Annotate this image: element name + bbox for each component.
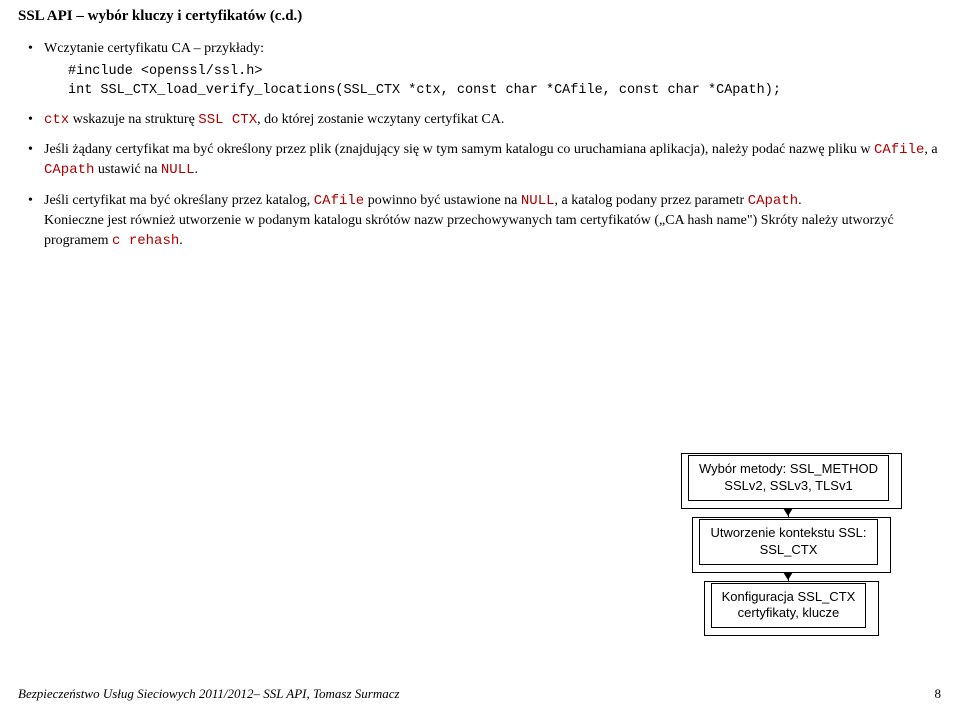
- diagram-box-context: Utworzenie kontekstu SSL: SSL_CTX: [689, 514, 887, 570]
- bullet-text: ustawić na: [94, 162, 160, 177]
- list-item: Wczytanie certyfikatu CA – przykłady: #i…: [28, 39, 941, 100]
- code-inline: NULL: [521, 193, 555, 209]
- code-inline: ctx: [44, 112, 69, 128]
- page-number: 8: [935, 686, 942, 702]
- flow-diagram: Wybór metody: SSL_METHOD SSLv2, SSLv3, T…: [678, 450, 899, 633]
- diagram-box-line: SSLv2, SSLv3, TLSv1: [724, 478, 852, 493]
- code-inline: NULL: [161, 162, 195, 178]
- list-item: Jeśli żądany certyfikat ma być określony…: [28, 140, 941, 181]
- bullet-text: Jeśli żądany certyfikat ma być określony…: [44, 142, 874, 157]
- code-inline: CApath: [748, 193, 798, 209]
- code-block: #include <openssl/ssl.h> int SSL_CTX_loa…: [68, 63, 941, 99]
- list-item: ctx wskazuje na strukturę SSL CTX, do kt…: [28, 110, 941, 130]
- bullet-text: , a: [924, 142, 937, 157]
- bullet-text: .: [179, 233, 183, 248]
- code-inline: CAfile: [314, 193, 364, 209]
- list-item: Jeśli certyfikat ma być określany przez …: [28, 191, 941, 252]
- code-inline: SSL CTX: [198, 112, 257, 128]
- diagram-box-line: SSL_CTX: [760, 542, 818, 557]
- diagram-box-method: Wybór metody: SSL_METHOD SSLv2, SSLv3, T…: [678, 450, 899, 506]
- diagram-box-line: Konfiguracja SSL_CTX: [722, 589, 856, 604]
- footer-text: Bezpieczeństwo Usług Sieciowych 2011/201…: [18, 686, 400, 702]
- code-inline: CApath: [44, 162, 94, 178]
- bullet-text: .: [798, 193, 802, 208]
- bullet-text: , a katalog podany przez parametr: [555, 193, 748, 208]
- bullet-text: , do której zostanie wczytany certyfikat…: [257, 112, 504, 127]
- diagram-box-line: Wybór metody: SSL_METHOD: [699, 461, 878, 476]
- page-footer: Bezpieczeństwo Usług Sieciowych 2011/201…: [18, 686, 941, 702]
- code-inline: c rehash: [112, 233, 179, 249]
- diagram-box-line: certyfikaty, klucze: [738, 605, 840, 620]
- bullet-text: powinno być ustawione na: [364, 193, 521, 208]
- bullet-text: Jeśli certyfikat ma być określany przez …: [44, 193, 314, 208]
- bullet-text: wskazuje na strukturę: [69, 112, 198, 127]
- diagram-box-line: Utworzenie kontekstu SSL:: [710, 525, 866, 540]
- code-inline: CAfile: [874, 142, 924, 158]
- bullet-text: .: [195, 162, 199, 177]
- bullet-list: Wczytanie certyfikatu CA – przykłady: #i…: [28, 39, 941, 252]
- diagram-box-config: Konfiguracja SSL_CTX certyfikaty, klucze: [701, 578, 877, 634]
- bullet-text: Wczytanie certyfikatu CA – przykłady:: [44, 41, 264, 56]
- slide-title: SSL API – wybór kluczy i certyfikatów (c…: [18, 8, 941, 25]
